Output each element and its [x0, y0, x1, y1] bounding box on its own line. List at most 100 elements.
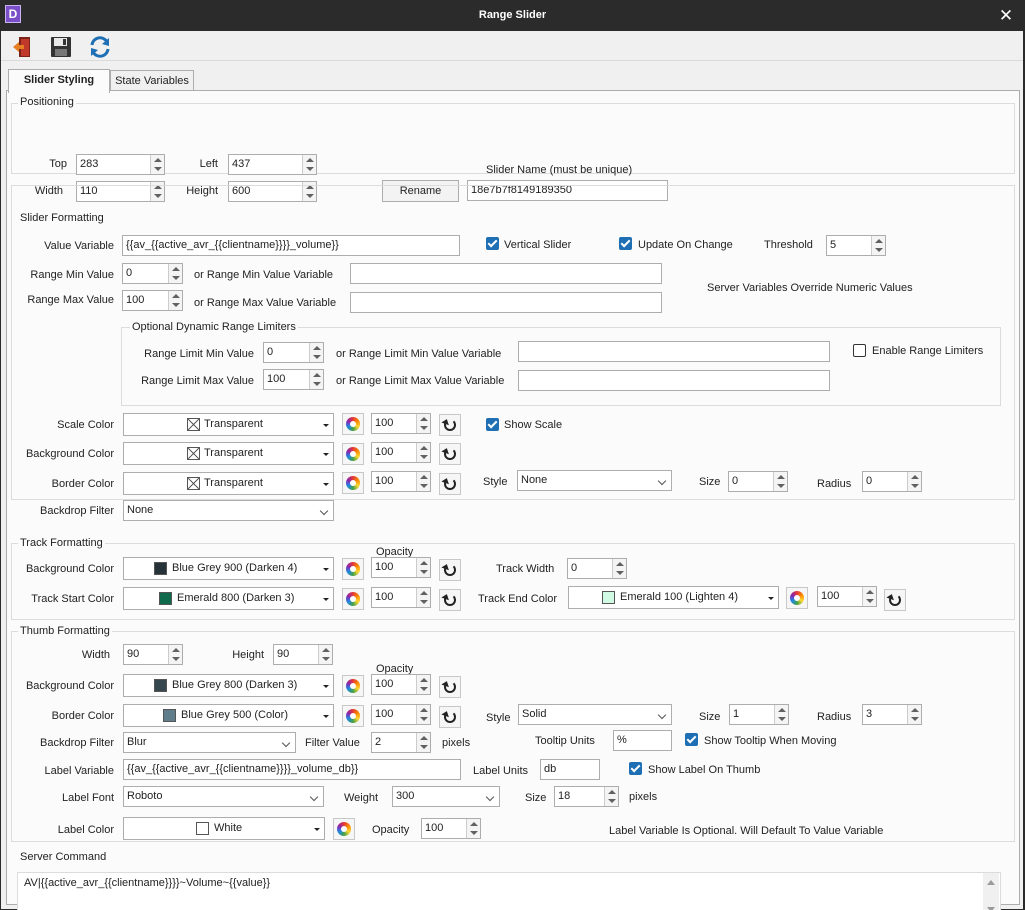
scale-opacity-stepper[interactable]: 100 [371, 413, 431, 434]
color-palette-icon[interactable] [342, 472, 364, 494]
slider-radius-stepper[interactable]: 0 [862, 471, 922, 492]
close-icon[interactable]: ✕ [995, 5, 1017, 27]
thumb-radius-stepper[interactable]: 3 [862, 704, 922, 725]
range-max-var-input[interactable] [350, 292, 662, 313]
limit-max-var-input[interactable] [518, 370, 830, 391]
update-on-change-checkbox[interactable] [619, 237, 632, 250]
track-end-select[interactable]: Emerald 100 (Lighten 4) [568, 586, 779, 609]
thumb-size-stepper[interactable]: 1 [729, 704, 789, 725]
track-bg-opacity-stepper[interactable]: 100 [371, 557, 431, 578]
slider-bg-opacity-stepper[interactable]: 100 [371, 442, 431, 463]
color-palette-icon[interactable] [333, 818, 355, 840]
thumb-width-stepper[interactable]: 90 [123, 644, 183, 665]
server-command-legend: Server Command [18, 851, 109, 864]
color-palette-icon[interactable] [342, 443, 364, 465]
reset-icon[interactable] [884, 589, 906, 611]
thumb-height-stepper[interactable]: 90 [273, 644, 333, 665]
top-stepper[interactable]: 283 [76, 154, 165, 175]
thumb-backdrop-value: Blur [127, 736, 147, 748]
reset-icon[interactable] [439, 706, 461, 728]
label-variable-input[interactable]: {{av_{{active_avr_{{clientname}}}}_volum… [123, 759, 461, 780]
range-min-var-input[interactable] [350, 263, 662, 284]
tooltip-units-input[interactable]: % [613, 730, 672, 751]
toolbar [1, 31, 1023, 61]
limit-max-stepper[interactable]: 100 [263, 369, 324, 390]
color-palette-icon[interactable] [342, 558, 364, 580]
track-bg-select[interactable]: Blue Grey 900 (Darken 4) [123, 557, 334, 580]
filter-value-stepper[interactable]: 2 [371, 732, 431, 753]
slider-border-opacity-stepper[interactable]: 100 [371, 471, 431, 492]
tab-state-variables[interactable]: State Variables [110, 70, 194, 91]
color-palette-icon[interactable] [342, 588, 364, 610]
font-size-stepper[interactable]: 18 [554, 786, 619, 807]
save-icon[interactable] [49, 35, 73, 59]
tooltip-units-label: Tooltip Units [535, 735, 595, 747]
label-color-value: White [214, 822, 243, 834]
limit-max-label: Range Limit Max Value [141, 375, 254, 387]
track-start-swatch [159, 592, 172, 605]
track-start-opacity-stepper[interactable]: 100 [371, 587, 431, 608]
enable-limiters-checkbox[interactable] [853, 344, 866, 357]
transparent-swatch [187, 477, 200, 490]
thumb-border-select[interactable]: Blue Grey 500 (Color) [123, 704, 334, 727]
reset-icon[interactable] [439, 473, 461, 495]
thumb-bg-select[interactable]: Blue Grey 800 (Darken 3) [123, 674, 334, 697]
weight-select[interactable]: 300 [392, 786, 500, 807]
server-command-textarea[interactable]: AV|{{active_avr_{{clientname}}}}~Volume~… [17, 872, 1001, 910]
limit-min-var-input[interactable] [518, 341, 830, 362]
thumb-style-select[interactable]: Solid [518, 704, 672, 725]
reset-icon[interactable] [439, 559, 461, 581]
slider-size-stepper[interactable]: 0 [728, 471, 788, 492]
thumb-bg-opacity-stepper[interactable]: 100 [371, 674, 431, 695]
slider-backdrop-select[interactable]: None [123, 500, 334, 521]
color-palette-icon[interactable] [342, 675, 364, 697]
track-start-select[interactable]: Emerald 800 (Darken 3) [123, 587, 334, 610]
show-scale-checkbox[interactable] [486, 418, 499, 431]
vertical-slider-checkbox[interactable] [486, 237, 499, 250]
slider-size-label: Size [699, 476, 721, 488]
reset-icon[interactable] [439, 589, 461, 611]
label-opacity-stepper[interactable]: 100 [421, 818, 481, 839]
label-units-label: Label Units [473, 765, 529, 777]
reset-icon[interactable] [439, 676, 461, 698]
track-start-label: Track Start Color [31, 593, 114, 605]
range-max-stepper[interactable]: 100 [122, 290, 183, 311]
reset-icon[interactable] [439, 414, 461, 436]
track-formatting-legend: Track Formatting [18, 537, 105, 550]
show-tooltip-checkbox[interactable] [685, 733, 698, 746]
track-end-opacity-stepper[interactable]: 100 [817, 586, 877, 607]
value-variable-input[interactable]: {{av_{{active_avr_{{clientname}}}}_volum… [122, 235, 460, 256]
track-width-stepper[interactable]: 0 [567, 558, 627, 579]
slider-style-value: None [521, 474, 548, 486]
color-palette-icon[interactable] [342, 705, 364, 727]
track-end-swatch [602, 591, 615, 604]
exit-icon[interactable] [10, 35, 34, 59]
show-label-label: Show Label On Thumb [648, 764, 761, 776]
label-units-input[interactable]: db [540, 759, 600, 780]
limit-min-stepper[interactable]: 0 [263, 342, 324, 363]
slider-style-select[interactable]: None [517, 470, 672, 491]
thumb-border-opacity-stepper[interactable]: 100 [371, 704, 431, 725]
track-end-label: Track End Color [478, 593, 558, 605]
range-min-var-label: or Range Min Value Variable [194, 269, 334, 281]
color-palette-icon[interactable] [342, 413, 364, 435]
label-color-select[interactable]: White [123, 817, 325, 840]
slider-radius-value: 0 [866, 475, 873, 487]
show-label-checkbox[interactable] [629, 762, 642, 775]
tab-slider-styling[interactable]: Slider Styling [8, 69, 110, 93]
thumb-backdrop-select[interactable]: Blur [123, 732, 296, 753]
reset-icon[interactable] [439, 443, 461, 465]
server-command-value: AV|{{active_avr_{{clientname}}}}~Volume~… [24, 877, 271, 889]
threshold-stepper[interactable]: 5 [826, 235, 886, 256]
label-font-select[interactable]: Roboto [123, 786, 324, 807]
range-min-stepper[interactable]: 0 [122, 263, 183, 284]
scale-color-label: Scale Color [57, 419, 114, 431]
positioning-legend: Positioning [18, 96, 76, 109]
left-stepper[interactable]: 437 [228, 154, 317, 175]
slider-border-color-select[interactable]: Transparent [123, 472, 334, 495]
scale-color-select[interactable]: Transparent [123, 413, 334, 436]
server-command-scrollbar[interactable] [983, 873, 999, 910]
color-palette-icon[interactable] [786, 587, 808, 609]
refresh-icon[interactable] [88, 35, 112, 59]
slider-bg-color-select[interactable]: Transparent [123, 442, 334, 465]
